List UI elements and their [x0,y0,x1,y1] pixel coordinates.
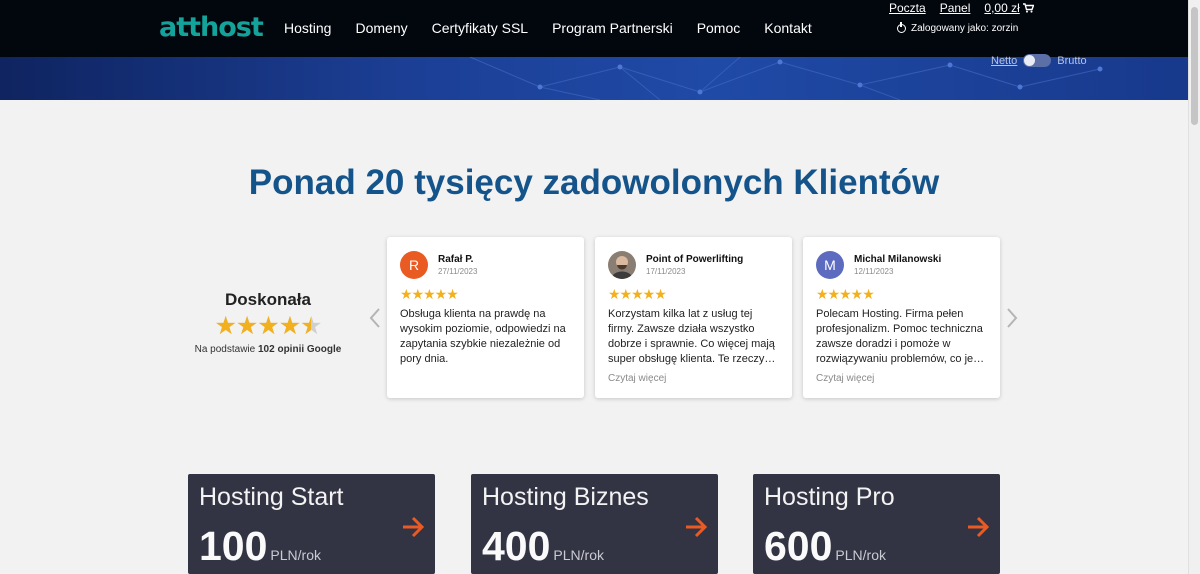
plan-price-unit: PLN/rok [835,547,886,563]
nav-hosting[interactable]: Hosting [284,20,331,36]
rating-basis: Na podstawie 102 opinii Google [188,344,348,355]
review-date: 27/11/2023 [438,267,478,276]
review-text: Polecam Hosting. Firma pełen profesjonal… [816,308,985,365]
reviewer-avatar: R [400,251,428,279]
review-card: Point of Powerlifting 17/11/2023 ★★★★★ K… [595,237,792,398]
rating-label: Doskonała [225,290,311,309]
plan-price-unit: PLN/rok [553,547,604,563]
cart-total: 0,00 zł [984,0,1020,15]
scrollbar-thumb[interactable] [1191,7,1198,125]
review-date: 12/11/2023 [854,267,894,276]
plan-price-value: 400 [482,523,551,569]
plan-price-unit: PLN/rok [270,547,321,563]
cart-icon [1022,2,1034,13]
logged-in-status[interactable]: Zalogowany jako: zorzin [897,22,1019,34]
section-heading: Ponad 20 tysięcy zadowolonych Klientów [248,163,940,202]
nav-certyfikaty-ssl[interactable]: Certyfikaty SSL [432,20,528,36]
arrow-right-icon[interactable] [684,516,708,538]
plan-name: Hosting Pro [764,483,895,511]
reviewer-photo [608,251,636,279]
atthost-logo[interactable]: atthost [159,12,264,43]
page-scrollbar[interactable] [1188,0,1200,574]
plan-price-value: 600 [764,523,833,569]
reviewer-name: Rafał P. [438,254,474,265]
arrow-right-icon[interactable] [401,516,425,538]
panel-link[interactable]: Panel [940,1,971,15]
plan-price-value: 100 [199,523,268,569]
plan-price: 100 PLN/rok [199,523,321,570]
account-links: Poczta Panel 0,00 zł [889,0,1034,15]
review-stars: ★★★★★ [608,286,667,302]
rating-basis-prefix: Na podstawie [194,344,256,355]
mail-link[interactable]: Poczta [889,1,926,15]
rating-stars: ★★★★★ ★★★★★ [214,312,322,340]
review-text: Obsługa klienta na prawdę na wysokim poz… [400,308,566,365]
review-card: M Michal Milanowski 12/11/2023 ★★★★★ Pol… [803,237,1000,398]
google-rating-summary: Doskonała ★★★★★ ★★★★★ Na podstawie 102 o… [188,290,348,355]
nav-kontakt[interactable]: Kontakt [764,20,811,36]
carousel-prev-arrow[interactable] [369,307,381,329]
plan-card-biznes[interactable]: Hosting Biznes 400 PLN/rok [471,474,718,574]
plan-price: 600 PLN/rok [764,523,886,570]
netto-option[interactable]: Netto [991,55,1017,67]
reviewer-name: Point of Powerlifting [646,254,744,265]
rating-review-count: 102 opinii Google [258,344,342,355]
plan-card-pro[interactable]: Hosting Pro 600 PLN/rok [753,474,1000,574]
carousel-next-arrow[interactable] [1006,307,1018,329]
top-navigation-bar: atthost Hosting Domeny Certyfikaty SSL P… [0,0,1188,57]
reviewer-avatar: M [816,251,844,279]
nav-pomoc[interactable]: Pomoc [697,20,741,36]
review-card: R Rafał P. 27/11/2023 ★★★★★ Obsługa klie… [387,237,584,398]
reviewer-name: Michal Milanowski [854,254,942,265]
main-nav: Hosting Domeny Certyfikaty SSL Program P… [284,20,836,36]
power-icon [897,22,906,33]
plan-name: Hosting Biznes [482,483,649,511]
nav-domeny[interactable]: Domeny [355,20,407,36]
read-more-link[interactable]: Czytaj więcej [608,373,779,384]
review-text: Korzystam kilka lat z usług tej firmy. Z… [608,308,776,365]
review-stars: ★★★★★ [816,286,875,302]
plan-card-start[interactable]: Hosting Start 100 PLN/rok [188,474,435,574]
netto-brutto-switch[interactable] [1023,54,1052,67]
cart-link[interactable]: 0,00 zł [984,0,1034,15]
read-more-link[interactable]: Czytaj więcej [816,373,987,384]
review-date: 17/11/2023 [646,267,686,276]
review-stars: ★★★★★ [400,286,459,302]
nav-program-partnerski[interactable]: Program Partnerski [552,20,673,36]
plan-price: 400 PLN/rok [482,523,604,570]
plan-name: Hosting Start [199,483,344,511]
logged-in-text: Zalogowany jako: zorzin [911,23,1019,34]
arrow-right-icon[interactable] [966,516,990,538]
vat-toggle: Netto Brutto [991,54,1087,67]
brutto-option[interactable]: Brutto [1057,55,1086,67]
